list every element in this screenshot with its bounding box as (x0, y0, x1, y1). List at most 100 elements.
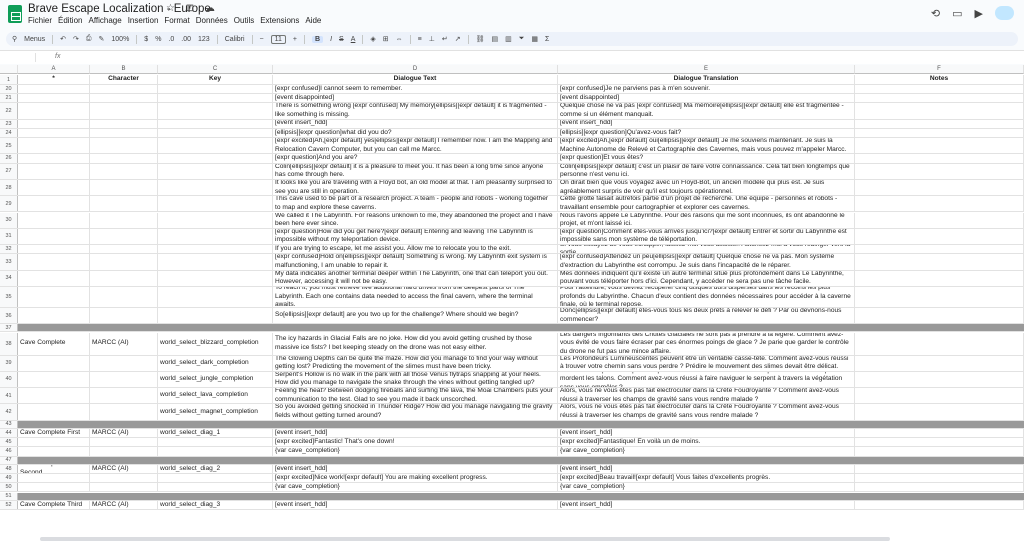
table-cell[interactable] (90, 456, 158, 464)
table-cell[interactable]: Mes données indiquent qu'il existe un au… (558, 270, 855, 286)
table-cell[interactable]: Pour l'atteindre, vous devrez récupérer … (558, 286, 855, 307)
table-cell[interactable] (18, 474, 90, 483)
menu-item[interactable]: Édition (58, 16, 82, 25)
table-cell[interactable]: Alors, vous ne vous êtes pas fait électr… (558, 404, 855, 420)
column-title-cell[interactable]: Dialogue Translation (558, 75, 855, 84)
table-cell[interactable] (855, 245, 1024, 254)
table-cell[interactable]: Cave Complete (18, 332, 90, 355)
font-size-field[interactable]: 11 (270, 34, 286, 44)
table-cell[interactable] (90, 103, 158, 119)
table-cell[interactable] (158, 179, 273, 196)
table-cell[interactable]: [expr question]Et vous êtes? (558, 154, 855, 163)
column-title-cell[interactable]: Dialogue Text (273, 75, 558, 84)
table-cell[interactable] (90, 355, 158, 371)
table-cell[interactable] (158, 154, 273, 163)
table-cell[interactable] (855, 228, 1024, 245)
table-cell[interactable]: MARCC (AI) (90, 429, 158, 438)
table-cell[interactable]: [expr excited]Fantastic! That's one down… (273, 438, 558, 447)
table-cell[interactable] (273, 456, 558, 464)
table-cell[interactable] (18, 307, 90, 324)
column-title-cell[interactable]: Notes (855, 75, 1024, 84)
row-number[interactable]: 35 (0, 286, 18, 307)
table-cell[interactable] (90, 179, 158, 196)
table-cell[interactable] (855, 404, 1024, 420)
table-cell[interactable]: My data indicates another terminal deepe… (273, 270, 558, 286)
row-number[interactable]: 52 (0, 500, 18, 509)
menu-item[interactable]: Affichage (88, 16, 121, 25)
table-cell[interactable]: Colin[ellipsis][expr default] it is a pl… (273, 163, 558, 179)
table-cell[interactable]: The Glowing Depths can be quite the maze… (273, 355, 558, 371)
vertical-align-icon[interactable]: ⊥ (429, 35, 435, 43)
table-cell[interactable] (855, 420, 1024, 428)
row-number[interactable]: 44 (0, 429, 18, 438)
table-cell[interactable]: Alors, vous ne vous êtes pas fait électr… (558, 388, 855, 404)
table-cell[interactable] (18, 388, 90, 404)
row-number[interactable]: 20 (0, 85, 18, 94)
borders-icon[interactable]: ⊞ (383, 35, 389, 43)
increase-decimal-button[interactable]: .00 (181, 36, 191, 43)
column-header[interactable]: C (158, 65, 273, 74)
table-cell[interactable] (90, 324, 158, 332)
column-header[interactable]: A (18, 65, 90, 74)
table-cell[interactable] (855, 179, 1024, 196)
table-cell[interactable]: Cette grotte faisait autrefois partie d'… (558, 196, 855, 212)
table-cell[interactable]: world_select_diag_3 (158, 500, 273, 509)
table-cell[interactable] (158, 228, 273, 245)
table-cell[interactable] (158, 245, 273, 254)
table-cell[interactable]: world_select_blizzard_completion (158, 332, 273, 355)
table-cell[interactable]: [expr question]Comment êtes-vous arrivés… (558, 228, 855, 245)
column-header[interactable]: F (855, 65, 1024, 74)
table-cell[interactable]: [event insert_hdd] (273, 429, 558, 438)
redo-icon[interactable]: ↷ (73, 35, 79, 43)
horizontal-align-icon[interactable]: ≡ (418, 36, 422, 43)
table-cell[interactable] (855, 85, 1024, 94)
table-cell[interactable] (855, 119, 1024, 128)
table-cell[interactable] (90, 85, 158, 94)
table-cell[interactable] (855, 103, 1024, 119)
table-cell[interactable]: The icy hazards in Glacial Falls are no … (273, 332, 558, 355)
table-cell[interactable] (90, 128, 158, 138)
table-cell[interactable]: [event insert_hdd] (273, 500, 558, 509)
table-cell[interactable] (90, 447, 158, 456)
table-cell[interactable] (158, 447, 273, 456)
table-cell[interactable]: [event disappointed] (273, 94, 558, 103)
table-cell[interactable]: [expr question]How did you get here?[exp… (273, 228, 558, 245)
menu-item[interactable]: Format (164, 16, 189, 25)
table-cell[interactable] (90, 474, 158, 483)
table-cell[interactable]: On dirait bien que vous voyagez avec un … (558, 179, 855, 196)
row-number[interactable]: 36 (0, 307, 18, 324)
comment-icon[interactable]: ▭ (952, 7, 962, 20)
table-cell[interactable]: world_select_jungle_completion (158, 371, 273, 388)
table-cell[interactable]: world_select_diag_1 (158, 429, 273, 438)
row-number[interactable]: 43 (0, 420, 18, 428)
table-cell[interactable]: [expr confused]Je ne parviens pas à m'en… (558, 85, 855, 94)
decrease-decimal-button[interactable]: .0 (168, 36, 174, 43)
row-number[interactable]: 41 (0, 388, 18, 404)
table-cell[interactable] (18, 212, 90, 228)
row-number[interactable]: 32 (0, 245, 18, 254)
table-cell[interactable] (90, 163, 158, 179)
table-cell[interactable] (855, 429, 1024, 438)
table-cell[interactable] (18, 119, 90, 128)
menu-item[interactable]: Données (196, 16, 228, 25)
table-cell[interactable] (855, 456, 1024, 464)
menu-item[interactable]: Extensions (260, 16, 299, 25)
history-icon[interactable]: ⟲ (931, 7, 940, 20)
row-number[interactable]: 40 (0, 371, 18, 388)
table-cell[interactable] (90, 388, 158, 404)
row-number[interactable]: 46 (0, 447, 18, 456)
table-cell[interactable] (855, 254, 1024, 270)
table-cell[interactable] (158, 163, 273, 179)
table-cell[interactable] (90, 492, 158, 500)
table-cell[interactable] (855, 212, 1024, 228)
bold-button[interactable]: B (312, 35, 324, 43)
table-cell[interactable] (18, 371, 90, 388)
merge-cells-icon[interactable]: ⇔ (396, 36, 403, 43)
table-cell[interactable] (90, 212, 158, 228)
table-cell[interactable] (273, 324, 558, 332)
row-number[interactable]: 27 (0, 163, 18, 179)
table-cell[interactable] (90, 483, 158, 492)
table-cell[interactable] (18, 103, 90, 119)
percent-button[interactable]: % (155, 36, 161, 43)
row-number[interactable]: 33 (0, 254, 18, 270)
